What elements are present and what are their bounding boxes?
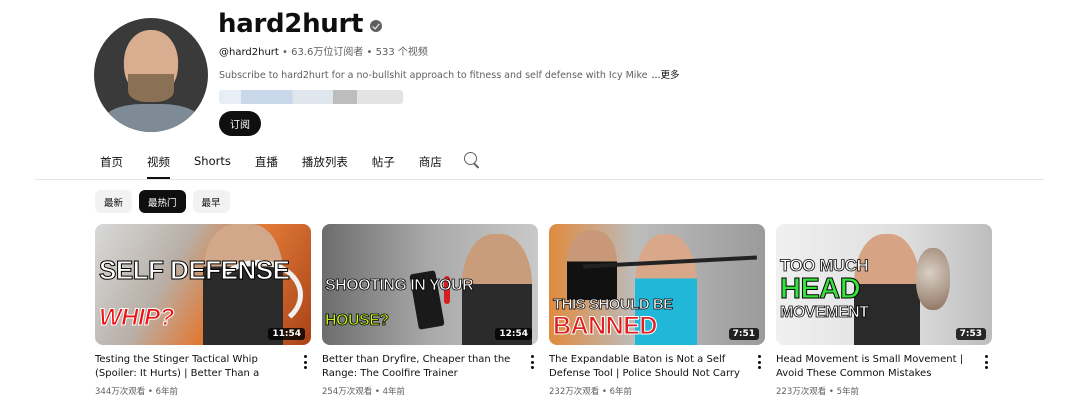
thumbnail-text: BANNED — [553, 312, 658, 340]
video-thumbnail[interactable]: THIS SHOULD BE BANNED 7:51 — [549, 224, 765, 345]
channel-link-blurred[interactable] — [219, 90, 403, 104]
video-duration: 12:54 — [495, 328, 532, 340]
video-duration: 7:53 — [955, 328, 986, 340]
video-meta: 254万次观看 • 4年前 — [322, 387, 406, 397]
video-meta: 232万次观看 • 6年前 — [549, 387, 633, 397]
thumbnail-text: MOVEMENT — [780, 304, 870, 321]
video-duration: 11:54 — [268, 328, 305, 340]
more-link[interactable]: ...更多 — [651, 70, 679, 81]
tab-home[interactable]: 首页 — [88, 146, 135, 179]
more-actions-icon[interactable] — [531, 355, 534, 369]
thumbnail-text: THIS SHOULD BE — [553, 296, 674, 313]
thumbnail-text: HEAD — [779, 273, 861, 305]
channel-tabs: 首页 视频 Shorts 直播 播放列表 帖子 商店 — [88, 146, 487, 179]
video-card[interactable]: TOO MUCH HEAD MOVEMENT 7:53 Head Movemen… — [776, 224, 992, 397]
video-card[interactable]: SHOOTING IN YOUR HOUSE? 12:54 Better tha… — [322, 224, 538, 397]
tab-shorts[interactable]: Shorts — [182, 146, 243, 179]
video-thumbnail[interactable]: SHOOTING IN YOUR HOUSE? 12:54 — [322, 224, 538, 345]
channel-avatar — [94, 18, 208, 132]
tab-posts[interactable]: 帖子 — [360, 146, 407, 179]
video-title[interactable]: Head Movement is Small Movement | Avoid … — [776, 353, 992, 381]
tab-videos[interactable]: 视频 — [135, 146, 182, 179]
thumbnail-text: HOUSE? — [325, 312, 390, 329]
thumbnail-text: SELF DEFENSE — [98, 255, 290, 285]
tab-store[interactable]: 商店 — [407, 146, 454, 179]
tab-live[interactable]: 直播 — [243, 146, 290, 179]
video-title[interactable]: Testing the Stinger Tactical Whip (Spoil… — [95, 353, 311, 381]
more-actions-icon[interactable] — [985, 355, 988, 369]
thumbnail-text: WHIP? — [99, 304, 175, 331]
video-title[interactable]: Better than Dryfire, Cheaper than the Ra… — [322, 353, 538, 381]
video-meta: 344万次观看 • 6年前 — [95, 387, 179, 397]
video-card[interactable]: SELF DEFENSE WHIP? 11:54 Testing the Sti… — [95, 224, 311, 397]
channel-meta: @hard2hurt • 63.6万位订阅者 • 533 个视频 — [219, 43, 428, 58]
chip-popular[interactable]: 最热门 — [139, 190, 186, 213]
thumbnail-text: SHOOTING IN YOUR — [325, 277, 474, 294]
channel-handle: @hard2hurt — [219, 47, 279, 58]
channel-name-text: hard2hurt — [218, 9, 364, 39]
video-card[interactable]: THIS SHOULD BE BANNED 7:51 The Expandabl… — [549, 224, 765, 397]
sort-chips: 最新 最热门 最早 — [95, 190, 230, 213]
video-title[interactable]: The Expandable Baton is Not a Self Defen… — [549, 353, 765, 381]
search-icon — [463, 152, 477, 165]
tabs-divider — [35, 179, 1044, 180]
channel-name: hard2hurt — [218, 9, 383, 39]
tab-playlists[interactable]: 播放列表 — [290, 146, 360, 179]
subscribe-button[interactable]: 订阅 — [219, 111, 261, 136]
tab-search[interactable] — [454, 146, 487, 179]
video-thumbnail[interactable]: SELF DEFENSE WHIP? 11:54 — [95, 224, 311, 345]
verified-badge-icon — [370, 20, 383, 32]
channel-stats: • 63.6万位订阅者 • 533 个视频 — [278, 47, 428, 58]
thumbnail-text: TOO MUCH — [780, 256, 870, 275]
channel-description-text: Subscribe to hard2hurt for a no-bullshit… — [219, 70, 648, 81]
chip-oldest[interactable]: 最早 — [192, 190, 230, 213]
more-actions-icon[interactable] — [758, 355, 761, 369]
video-duration: 7:51 — [728, 328, 759, 340]
video-grid: SELF DEFENSE WHIP? 11:54 Testing the Sti… — [95, 224, 992, 397]
chip-latest[interactable]: 最新 — [95, 190, 133, 213]
more-actions-icon[interactable] — [304, 355, 307, 369]
video-thumbnail[interactable]: TOO MUCH HEAD MOVEMENT 7:53 — [776, 224, 992, 345]
channel-description[interactable]: Subscribe to hard2hurt for a no-bullshit… — [219, 67, 680, 81]
video-meta: 223万次观看 • 5年前 — [776, 387, 860, 397]
